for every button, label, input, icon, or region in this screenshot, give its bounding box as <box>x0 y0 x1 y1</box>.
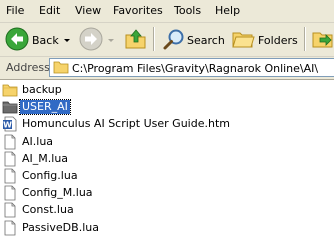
file-name: backup <box>22 83 62 96</box>
file-name: Config.lua <box>22 169 78 182</box>
move-to-button[interactable] <box>310 24 334 54</box>
folder-icon <box>53 61 69 74</box>
file-name: AI_M.lua <box>22 151 69 165</box>
file-name: AI.lua <box>22 134 54 148</box>
file-name: USER_AI <box>19 99 71 116</box>
folders-icon <box>232 32 255 48</box>
file-icon <box>4 134 16 149</box>
forward-button[interactable] <box>78 24 116 54</box>
file-icon <box>4 202 16 218</box>
file-icon <box>4 220 16 235</box>
move-to-folder-icon <box>312 32 333 48</box>
back-label: Back <box>32 34 59 47</box>
search-button[interactable]: Search <box>159 24 225 54</box>
back-button[interactable]: Back <box>3 24 75 54</box>
folder-icon <box>2 101 18 114</box>
toolbar-separator <box>153 27 155 51</box>
forward-arrow-icon <box>79 27 103 51</box>
folders-label: Folders <box>258 34 298 47</box>
file-name: Config_M.lua <box>22 186 93 200</box>
menu-help[interactable]: Help <box>215 4 240 17</box>
file-icon <box>4 151 16 167</box>
address-path: C:\Program Files\Gravity\Ragnarok Online… <box>72 62 319 75</box>
menu-bar: File Edit View Favorites Tools Help <box>0 0 334 23</box>
file-name: Const.lua <box>22 203 74 217</box>
forward-dropdown-arrow-icon[interactable] <box>108 39 114 42</box>
svg-text:W: W <box>3 121 12 130</box>
folders-button[interactable]: Folders <box>229 24 299 54</box>
file-icon <box>4 185 16 201</box>
back-arrow-icon <box>5 27 29 51</box>
file-icon <box>4 168 16 184</box>
menu-tools[interactable]: Tools <box>174 4 201 17</box>
up-folder-icon <box>125 29 146 49</box>
search-label: Search <box>187 34 225 47</box>
menu-edit[interactable]: Edit <box>39 4 60 17</box>
file-name: PassiveDB.lua <box>22 220 99 234</box>
file-name: Homunculus AI Script User Guide.htm <box>22 117 230 131</box>
file-list: backup USER_AI W Homunculus AI Script User … <box>0 80 334 241</box>
menu-view[interactable]: View <box>75 4 101 17</box>
address-bar: Address C:\Program Files\Gravity\Ragnaro… <box>0 57 334 80</box>
folder-icon <box>2 84 18 97</box>
address-label: Address <box>6 61 50 74</box>
back-dropdown-arrow-icon[interactable] <box>64 39 70 42</box>
word-document-icon: W <box>3 116 17 132</box>
search-icon <box>163 29 184 50</box>
toolbar-separator <box>304 27 306 51</box>
up-folder-button[interactable] <box>122 24 148 54</box>
address-input[interactable]: C:\Program Files\Gravity\Ragnarok Online… <box>49 58 334 77</box>
toolbar: Back Search Folders <box>0 23 334 57</box>
menu-favorites[interactable]: Favorites <box>113 4 163 17</box>
menu-file[interactable]: File <box>6 4 24 17</box>
